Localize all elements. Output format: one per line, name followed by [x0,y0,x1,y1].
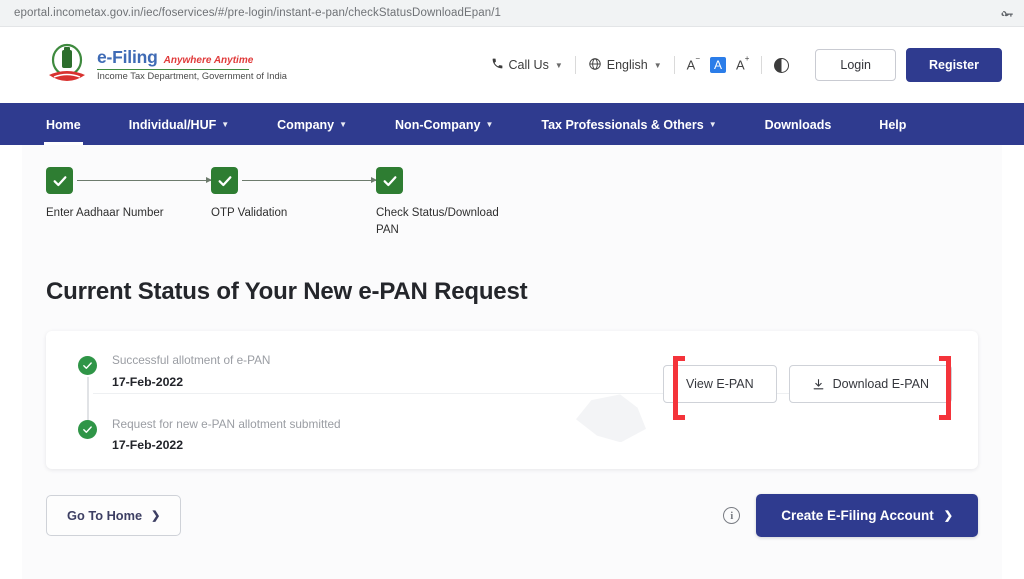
nav-item-non-company[interactable]: Non-Company ▼ [395,103,493,145]
timeline-description: Successful allotment of e-PAN [112,353,271,368]
contrast-toggle-icon[interactable] [774,57,790,73]
step-otp-validation: OTP Validation [211,167,377,238]
brand-name: e-Filing [97,47,158,68]
status-card: Successful allotment of e-PAN 17-Feb-202… [46,331,978,470]
nav-label: Individual/HUF [128,117,217,132]
timeline-description: Request for new e-PAN allotment submitte… [112,416,341,431]
nav-label: Company [277,117,335,132]
page-title: Current Status of Your New e-PAN Request [46,278,528,306]
national-emblem-icon [46,43,88,87]
key-icon[interactable] [996,3,1016,23]
font-increase-button[interactable]: A+ [736,55,749,72]
phone-icon [491,57,504,73]
step-check-icon [376,167,403,194]
chevron-down-icon: ▼ [339,120,348,129]
main-navigation: Home Individual/HUF ▼ Company ▼ Non-Comp… [0,103,1024,145]
call-us-dropdown[interactable]: Call Us ▼ [479,57,575,73]
globe-icon [588,57,602,74]
nav-item-tax-professionals[interactable]: Tax Professionals & Others ▼ [541,103,716,145]
nav-item-individual-huf[interactable]: Individual/HUF ▼ [129,103,229,145]
url-text[interactable]: eportal.incometax.gov.in/iec/foservices/… [14,7,996,19]
chevron-down-icon: ▼ [653,60,662,70]
nav-label: Home [46,117,81,132]
go-to-home-button[interactable]: Go To Home ❯ [46,495,182,537]
step-connector [242,177,377,183]
page-content: Enter Aadhaar Number OTP Validation Chec… [0,145,1024,538]
step-check-status: Check Status/Download PAN [376,167,506,238]
nav-label: Help [879,117,907,132]
divider [761,56,763,74]
download-icon [812,378,825,391]
language-dropdown[interactable]: English ▼ [576,57,674,74]
register-button[interactable]: Register [905,48,1002,82]
step-label: Enter Aadhaar Number [46,207,164,219]
brand-tagline: Anywhere Anytime [163,55,254,67]
call-us-label: Call Us [508,58,549,72]
decorative-watermark [576,394,646,443]
nav-item-home[interactable]: Home [44,103,83,145]
create-efiling-account-button[interactable]: Create E-Filing Account ❯ [756,494,978,538]
chevron-down-icon: ▼ [485,120,494,129]
nav-item-company[interactable]: Company ▼ [277,103,347,145]
progress-stepper: Enter Aadhaar Number OTP Validation Chec… [46,145,978,238]
annotation-bracket-left [673,356,685,420]
chevron-right-icon: ❯ [943,510,953,523]
screen: eportal.incometax.gov.in/iec/foservices/… [0,0,1024,579]
nav-label: Non-Company [395,117,481,132]
site-header: e-Filing Anywhere Anytime Income Tax Dep… [0,27,1024,103]
browser-url-bar[interactable]: eportal.incometax.gov.in/iec/foservices/… [0,0,1024,27]
font-default-button[interactable]: A [710,57,727,73]
download-epan-label: Download E-PAN [832,377,929,392]
check-circle-icon [78,356,97,376]
nav-label: Downloads [764,117,832,132]
step-check-icon [46,167,73,194]
timeline-item: Successful allotment of e-PAN 17-Feb-202… [78,353,478,416]
header-tools: Call Us ▼ English ▼ A− A A+ Login Regist… [479,48,1002,82]
nav-label: Tax Professionals & Others [541,117,704,132]
footer-actions: Go To Home ❯ i Create E-Filing Account ❯ [46,494,978,538]
create-account-label: Create E-Filing Account [781,508,934,524]
status-timeline: Successful allotment of e-PAN 17-Feb-202… [78,353,478,456]
step-connector [77,177,212,183]
check-circle-icon [78,419,97,439]
step-label: Check Status/Download PAN [376,207,499,236]
download-epan-button[interactable]: Download E-PAN [788,365,952,404]
nav-item-help[interactable]: Help [879,103,906,145]
nav-item-downloads[interactable]: Downloads [765,103,832,145]
chevron-down-icon: ▼ [554,60,563,70]
auth-buttons: Login Register [815,48,1002,82]
brand-text: e-Filing Anywhere Anytime Income Tax Dep… [97,48,287,81]
page-frame: e-Filing Anywhere Anytime Income Tax Dep… [0,27,1024,579]
view-epan-label: View E-PAN [686,377,754,392]
go-to-home-label: Go To Home [67,508,143,524]
timeline-date: 17-Feb-2022 [112,374,184,389]
card-action-buttons: View E-PAN Download E-PAN [663,365,952,404]
step-label: OTP Validation [211,207,288,219]
step-enter-aadhaar: Enter Aadhaar Number [46,167,212,238]
timeline-item: Request for new e-PAN allotment submitte… [78,417,478,456]
chevron-right-icon: ❯ [151,510,161,523]
timeline-date: 17-Feb-2022 [112,438,184,452]
chevron-down-icon: ▼ [221,120,230,129]
font-size-controls: A− A A+ [675,55,762,73]
brand-logo[interactable]: e-Filing Anywhere Anytime Income Tax Dep… [46,43,287,87]
chevron-down-icon: ▼ [708,120,717,129]
step-check-icon [211,167,238,194]
annotation-bracket-right [939,356,951,420]
footer-right-group: i Create E-Filing Account ❯ [723,494,978,538]
login-button[interactable]: Login [815,49,896,81]
brand-divider [97,68,249,70]
brand-subtitle: Income Tax Department, Government of Ind… [97,70,288,81]
font-decrease-button[interactable]: A− [687,55,700,72]
language-label: English [606,58,648,72]
info-icon[interactable]: i [723,507,741,525]
